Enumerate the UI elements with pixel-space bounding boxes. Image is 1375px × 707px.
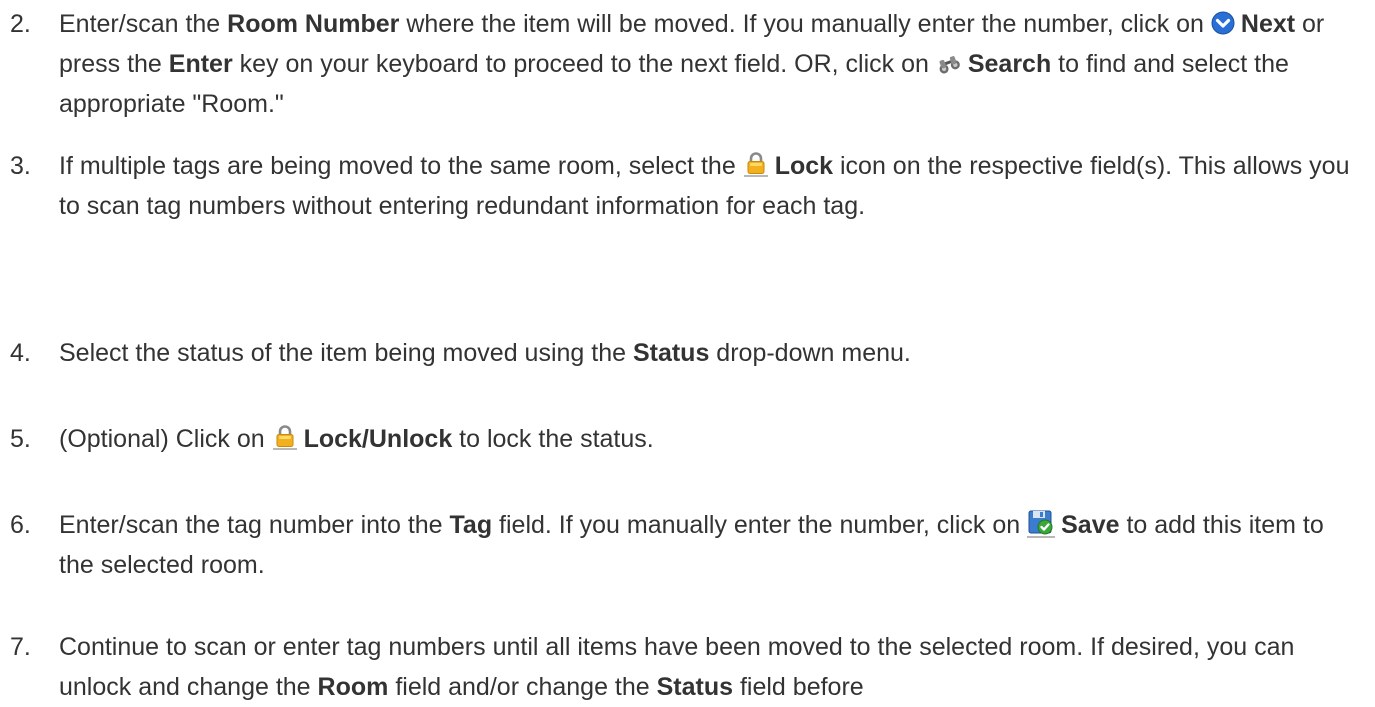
step-7: 7. Continue to scan or enter tag numbers… <box>0 627 1360 707</box>
room-number-term: Room Number <box>227 10 400 38</box>
step-text: If multiple tags are being moved to the … <box>59 151 1350 220</box>
binoculars-icon <box>936 55 962 75</box>
tag-term: Tag <box>449 511 493 539</box>
next-term: Next <box>1240 10 1296 38</box>
step-text: Select the status of the item being move… <box>59 339 911 367</box>
instructions-list: 2. Enter/scan the Room Number where the … <box>0 0 1375 707</box>
lock-icon <box>272 424 298 450</box>
step-text: Enter/scan the tag number into the Tag f… <box>59 509 1324 579</box>
step-number: 7. <box>10 633 31 661</box>
lock-unlock-term: Lock/Unlock <box>303 425 453 453</box>
next-arrow-icon <box>1211 11 1235 35</box>
lock-icon <box>743 151 769 177</box>
step-text: Enter/scan the Room Number where the ite… <box>59 10 1325 118</box>
step-text: Continue to scan or enter tag numbers un… <box>59 633 1295 701</box>
step-number: 5. <box>10 425 31 453</box>
step-6: 6. Enter/scan the tag number into the Ta… <box>0 505 1360 585</box>
search-term: Search <box>967 50 1052 78</box>
room-term: Room <box>317 673 389 701</box>
step-number: 6. <box>10 511 31 539</box>
status-term: Status <box>632 339 710 367</box>
step-4: 4. Select the status of the item being m… <box>0 333 1360 373</box>
step-3: 3. If multiple tags are being moved to t… <box>0 146 1360 226</box>
step-number: 3. <box>10 152 31 180</box>
enter-term: Enter <box>168 50 233 78</box>
step-number: 4. <box>10 339 31 367</box>
step-number: 2. <box>10 10 31 38</box>
step-2: 2. Enter/scan the Room Number where the … <box>0 4 1360 124</box>
step-text: (Optional) Click on Lock/Unlock to lock … <box>59 424 654 453</box>
status-term: Status <box>656 673 734 701</box>
lock-term: Lock <box>774 152 834 180</box>
save-icon <box>1027 509 1056 539</box>
save-term: Save <box>1061 511 1120 539</box>
step-5: 5. (Optional) Click on Lock/Unlock to lo… <box>0 419 1360 459</box>
